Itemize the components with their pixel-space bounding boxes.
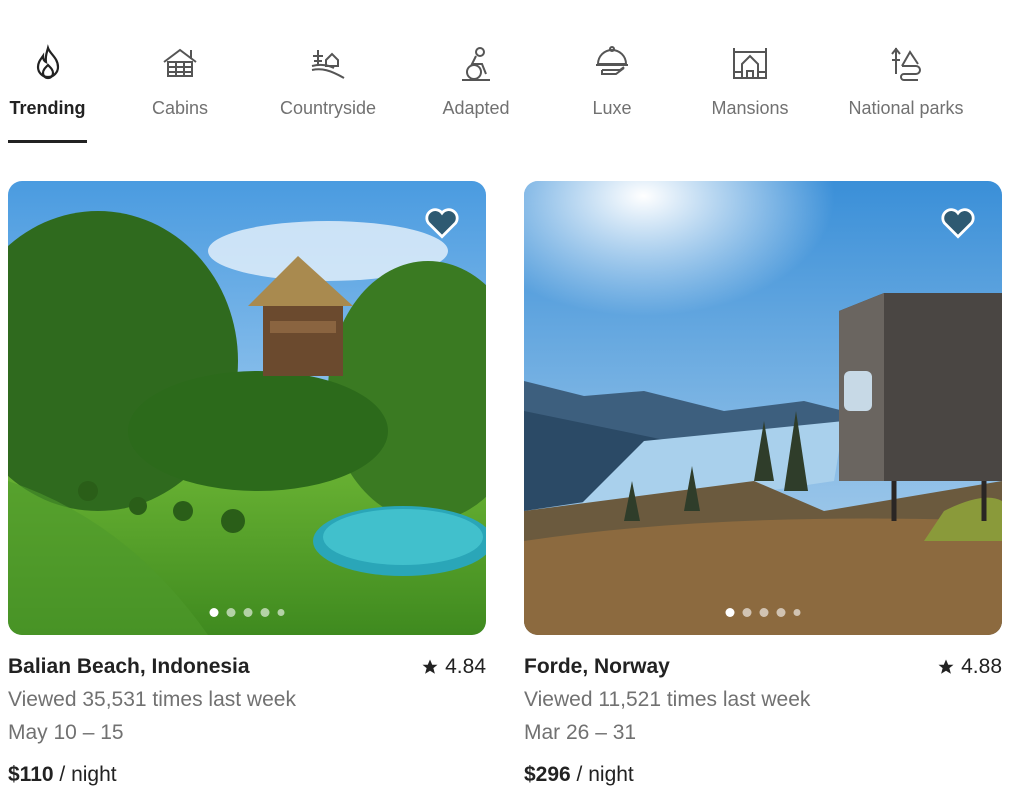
price-unit: / night	[53, 763, 117, 786]
favorite-heart-icon[interactable]	[424, 205, 460, 239]
photo-dot[interactable]	[776, 608, 786, 617]
category-national-parks[interactable]: National parks	[842, 44, 970, 119]
star-icon	[422, 659, 438, 674]
category-countryside[interactable]: Countryside	[272, 44, 384, 119]
cabin-icon	[163, 48, 197, 77]
category-adapted[interactable]: Adapted	[436, 44, 516, 119]
photo-dot[interactable]	[725, 608, 735, 617]
listing-photo[interactable]	[524, 181, 1002, 635]
national-park-icon	[891, 47, 921, 81]
listing-dates: Mar 26 – 31	[524, 721, 637, 744]
photo-dot[interactable]	[277, 609, 285, 616]
listing-price: $110 / night	[8, 763, 117, 787]
rating-value: 4.84	[445, 655, 486, 678]
listing-rating: 4.88	[937, 655, 1002, 679]
listing-title[interactable]: Forde, Norway	[524, 655, 670, 679]
listing-views: Viewed 35,531 times last week	[8, 688, 296, 711]
listing-title[interactable]: Balian Beach, Indonesia	[8, 655, 250, 679]
photo-pagination	[209, 608, 285, 617]
category-bar: Trending Cabins Countryside Adapted Luxe…	[0, 0, 1024, 150]
price-amount: $110	[8, 763, 54, 786]
photo-pagination	[725, 608, 801, 617]
countryside-icon	[311, 50, 345, 79]
photo-dot[interactable]	[226, 608, 236, 617]
favorite-heart-icon[interactable]	[940, 205, 976, 239]
rating-value: 4.88	[961, 655, 1002, 678]
listing-price: $296 / night	[524, 763, 634, 787]
listing-card[interactable]: Balian Beach, Indonesia 4.84 Viewed 35,5…	[8, 181, 486, 786]
category-label: Luxe	[592, 98, 632, 118]
listing-card[interactable]: Forde, Norway 4.88 Viewed 11,521 times l…	[524, 181, 1002, 786]
category-label: Adapted	[442, 98, 510, 118]
active-tab-indicator	[8, 140, 87, 143]
price-unit: / night	[570, 763, 634, 786]
category-cabins[interactable]: Cabins	[140, 44, 220, 119]
photo-dot[interactable]	[260, 608, 270, 617]
price-amount: $296	[524, 763, 571, 786]
listing-rating: 4.84	[421, 655, 486, 679]
flame-icon	[36, 44, 59, 80]
photo-dot[interactable]	[793, 609, 801, 616]
tropical-villa-photo	[8, 181, 486, 635]
cloche-icon	[596, 46, 628, 75]
listing-dates: May 10 – 15	[8, 721, 124, 744]
photo-dot[interactable]	[742, 608, 752, 617]
category-label: Mansions	[711, 98, 789, 118]
listing-views: Viewed 11,521 times last week	[524, 688, 811, 711]
category-mansions[interactable]: Mansions	[708, 44, 792, 119]
category-label: Trending	[9, 98, 86, 118]
category-label: Countryside	[279, 98, 377, 118]
category-trending[interactable]: Trending	[8, 44, 87, 119]
star-icon	[938, 659, 954, 674]
category-label: National parks	[848, 98, 964, 118]
wheelchair-icon	[462, 47, 490, 81]
mansion-icon	[733, 48, 767, 79]
photo-dot[interactable]	[759, 608, 769, 617]
listing-photo[interactable]	[8, 181, 486, 635]
photo-dot[interactable]	[209, 608, 219, 617]
category-label: Cabins	[151, 98, 209, 118]
fjord-cabin-photo	[524, 181, 1002, 635]
category-luxe[interactable]: Luxe	[572, 44, 652, 119]
photo-dot[interactable]	[243, 608, 253, 617]
